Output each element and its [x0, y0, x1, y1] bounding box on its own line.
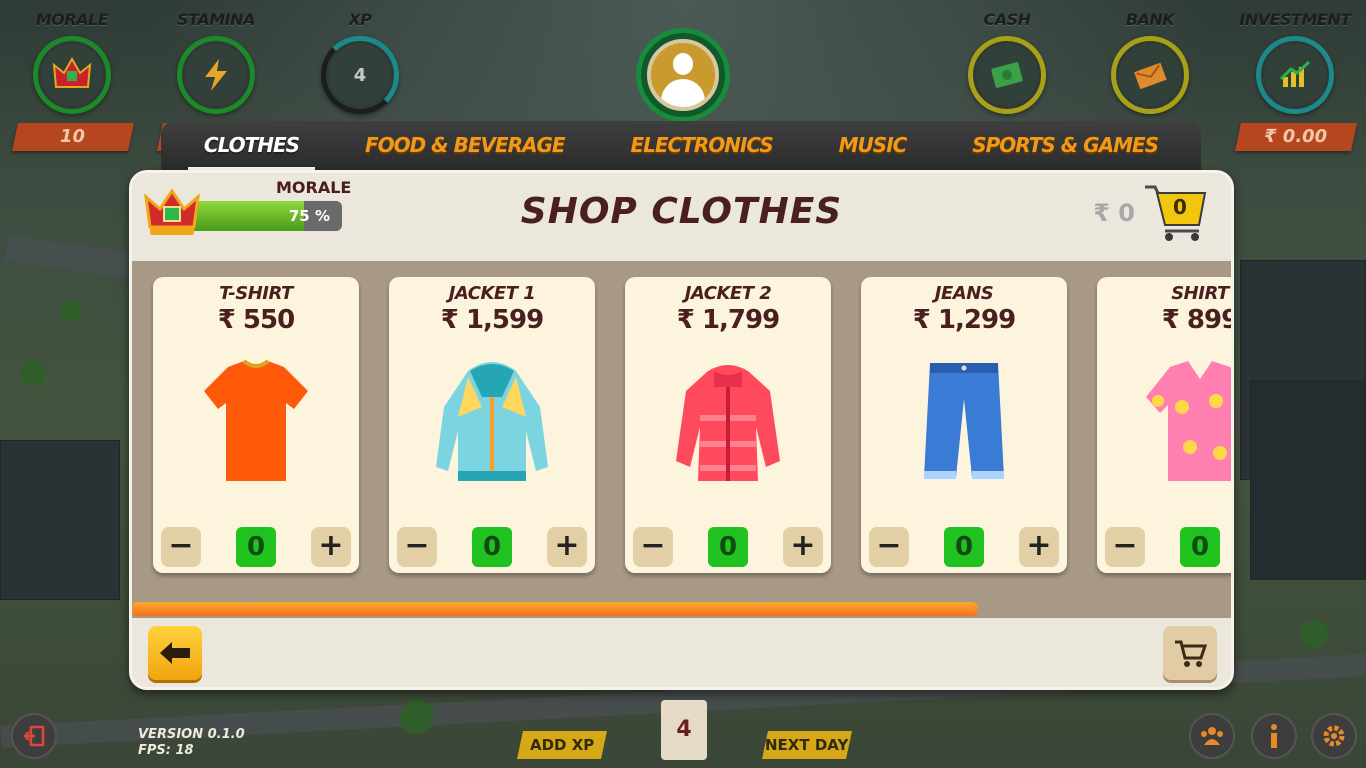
increase-button[interactable]: +	[783, 527, 823, 567]
puffer-jacket-icon	[658, 357, 798, 487]
back-arrow-icon	[160, 642, 190, 664]
item-card-tshirt: T-SHIRT ₹ 550 − 0 +	[153, 277, 359, 573]
back-button[interactable]	[148, 626, 202, 680]
item-name: JACKET 2	[684, 283, 772, 304]
quantity-value: 0	[1180, 527, 1220, 567]
hud-morale: MORALE	[12, 8, 132, 114]
cart-icon[interactable]: 0	[1143, 181, 1209, 243]
hud-bank-label: BANK	[1125, 10, 1175, 29]
info-button[interactable]	[1251, 713, 1297, 759]
checkout-button[interactable]	[1163, 626, 1217, 680]
increase-button[interactable]: +	[311, 527, 351, 567]
increase-button[interactable]: +	[1019, 527, 1059, 567]
item-name: JEANS	[934, 283, 994, 304]
hud-xp-label: XP	[348, 10, 372, 29]
shirt-icon	[1130, 357, 1231, 487]
xp-icon: 4	[329, 44, 391, 106]
crown-icon	[41, 44, 103, 106]
item-price: ₹ 1,599	[440, 305, 544, 335]
bank-ring	[1111, 36, 1189, 114]
version-info: VERSION 0.1.0 FPS: 18	[138, 727, 245, 759]
next-day-button[interactable]: NEXT DAY	[762, 731, 852, 759]
tab-electronics[interactable]: ELECTRONICS	[614, 121, 788, 173]
hud-xp: XP 4	[300, 8, 420, 114]
hud-cash: CASH	[947, 8, 1067, 114]
hud-investment-value: ₹ 0.00	[1235, 123, 1357, 151]
item-price: ₹ 1,299	[912, 305, 1016, 335]
people-icon	[1201, 727, 1223, 745]
lightning-icon	[185, 44, 247, 106]
profile-avatar-icon	[647, 39, 719, 111]
shop-panel: MORALE 75 % SHOP CLOTHES ₹ 0 0 T-SHIRT ₹…	[129, 170, 1234, 690]
hud-investment-label: INVESTMENT	[1239, 10, 1351, 29]
cash-icon	[976, 44, 1038, 106]
quantity-value: 0	[708, 527, 748, 567]
tab-music[interactable]: MUSIC	[823, 121, 923, 173]
decrease-button[interactable]: −	[161, 527, 201, 567]
exit-button[interactable]	[11, 713, 57, 759]
scrollbar-thumb[interactable]	[132, 602, 979, 616]
cart-icon	[1175, 640, 1207, 667]
items-scrollbar[interactable]	[132, 600, 1231, 618]
hud-stamina-label: STAMINA	[177, 10, 255, 29]
item-card-jacket-2: JACKET 2 ₹ 1,799 − 0 +	[625, 277, 831, 573]
fps-text: FPS: 18	[138, 743, 194, 758]
decrease-button[interactable]: −	[397, 527, 437, 567]
shop-footer	[132, 618, 1231, 687]
stamina-ring	[177, 36, 255, 114]
hud-bank: BANK	[1090, 8, 1210, 114]
hud-investment: INVESTMENT	[1235, 8, 1355, 114]
exit-door-icon	[23, 725, 45, 747]
quantity-value: 0	[472, 527, 512, 567]
tab-sports-games[interactable]: SPORTS & GAMES	[956, 121, 1174, 173]
social-button[interactable]	[1189, 713, 1235, 759]
quantity-value: 0	[236, 527, 276, 567]
cash-ring	[968, 36, 1046, 114]
hud-morale-value: 10	[12, 123, 134, 151]
tshirt-icon	[186, 357, 326, 487]
version-text: VERSION 0.1.0	[138, 727, 245, 742]
item-price: ₹ 550	[217, 305, 295, 335]
settings-button[interactable]	[1311, 713, 1357, 759]
cart-count: 0	[1173, 195, 1187, 219]
category-tabs: CLOTHES FOOD & BEVERAGE ELECTRONICS MUSI…	[161, 121, 1201, 173]
item-price: ₹ 1,799	[676, 305, 780, 335]
hud-cash-label: CASH	[983, 10, 1031, 29]
item-card-shirt: SHIRT ₹ 899 − 0 +	[1097, 277, 1234, 573]
hud-stamina: STAMINA	[156, 8, 276, 114]
decrease-button[interactable]: −	[633, 527, 673, 567]
xp-ring: 4	[321, 36, 399, 114]
hud-morale-label: MORALE	[35, 10, 109, 29]
items-carousel: T-SHIRT ₹ 550 − 0 + JACKET 1 ₹ 1,599 − 0…	[132, 261, 1231, 601]
decrease-button[interactable]: −	[1105, 527, 1145, 567]
item-price: ₹ 899	[1161, 305, 1234, 335]
item-card-jeans: JEANS ₹ 1,299 − 0 +	[861, 277, 1067, 573]
bank-icon	[1119, 44, 1181, 106]
cart-total: ₹ 0	[1093, 199, 1135, 227]
investment-icon	[1264, 44, 1326, 106]
shop-header: MORALE 75 % SHOP CLOTHES ₹ 0 0	[132, 173, 1231, 263]
morale-ring	[33, 36, 111, 114]
item-name: T-SHIRT	[219, 283, 293, 304]
day-counter: 4	[661, 700, 707, 760]
increase-button[interactable]: +	[547, 527, 587, 567]
gear-icon	[1323, 725, 1345, 747]
jeans-icon	[894, 357, 1034, 487]
tab-food-beverage[interactable]: FOOD & BEVERAGE	[349, 121, 581, 173]
item-name: SHIRT	[1171, 283, 1229, 304]
shop-title: SHOP CLOTHES	[520, 191, 843, 232]
item-card-jacket-1: JACKET 1 ₹ 1,599 − 0 +	[389, 277, 595, 573]
investment-ring	[1256, 36, 1334, 114]
info-icon	[1271, 724, 1277, 748]
item-name: JACKET 1	[448, 283, 536, 304]
add-xp-button[interactable]: ADD XP	[517, 731, 607, 759]
tab-clothes[interactable]: CLOTHES	[187, 121, 316, 173]
decrease-button[interactable]: −	[869, 527, 909, 567]
quantity-value: 0	[944, 527, 984, 567]
jacket-icon	[422, 357, 562, 487]
profile-button[interactable]	[636, 28, 730, 122]
